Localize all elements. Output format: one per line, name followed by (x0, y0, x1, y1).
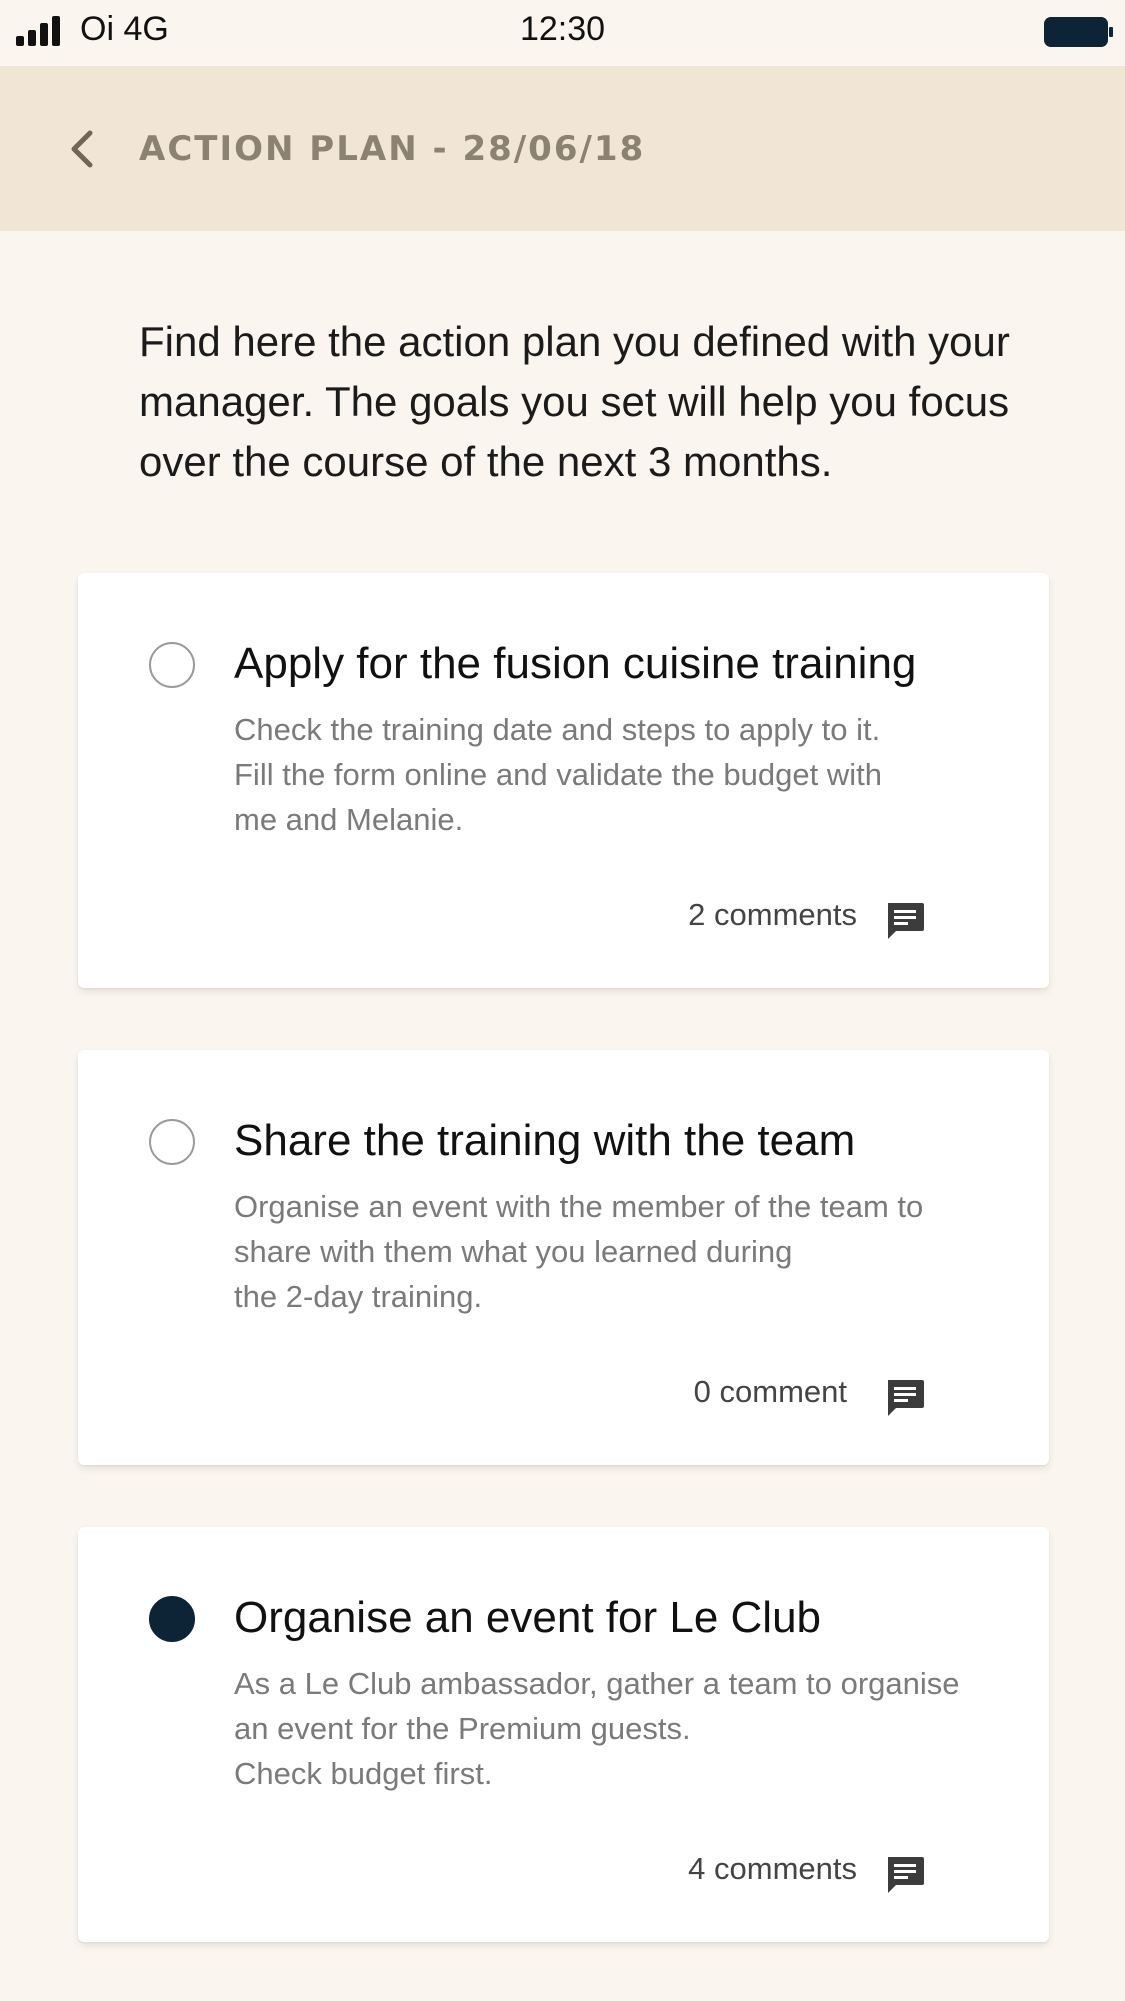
comments-count[interactable]: 0 comment (694, 1374, 847, 1410)
comments-count[interactable]: 4 comments (688, 1851, 857, 1887)
goal-checkbox[interactable] (149, 642, 195, 688)
goal-footer: 2 comments (78, 891, 1049, 951)
goal-description: As a Le Club ambassador, gather a team t… (234, 1666, 960, 1791)
comment-icon[interactable] (884, 900, 926, 942)
goal-card[interactable]: Share the training with the team Organis… (78, 1050, 1049, 1465)
goal-card[interactable]: Organise an event for Le Club As a Le Cl… (78, 1527, 1049, 1942)
goal-checkbox-checked[interactable] (149, 1596, 195, 1642)
intro-text: Find here the action plan you defined wi… (139, 318, 1010, 485)
goal-title: Organise an event for Le Club (234, 1593, 822, 1642)
goal-description: Organise an event with the member of the… (234, 1189, 924, 1314)
comment-icon[interactable] (884, 1377, 926, 1419)
status-bar: Oi 4G 12:30 (0, 0, 1125, 66)
page-title: ACTION PLAN - 28/06/18 (139, 129, 646, 169)
goal-checkbox[interactable] (149, 1119, 195, 1165)
goal-description: Check the training date and steps to app… (234, 712, 882, 837)
app-header: ACTION PLAN - 28/06/18 (0, 66, 1125, 231)
goal-card[interactable]: Apply for the fusion cuisine training Ch… (78, 573, 1049, 988)
comments-count[interactable]: 2 comments (688, 897, 857, 933)
goal-footer: 4 comments (78, 1845, 1049, 1905)
goal-title: Apply for the fusion cuisine training (234, 639, 917, 688)
back-chevron-icon[interactable] (60, 123, 108, 175)
comment-icon[interactable] (884, 1854, 926, 1896)
goal-footer: 0 comment (78, 1368, 1049, 1428)
clock: 12:30 (519, 10, 606, 48)
battery-icon (1044, 17, 1113, 47)
goal-title: Share the training with the team (234, 1116, 856, 1165)
